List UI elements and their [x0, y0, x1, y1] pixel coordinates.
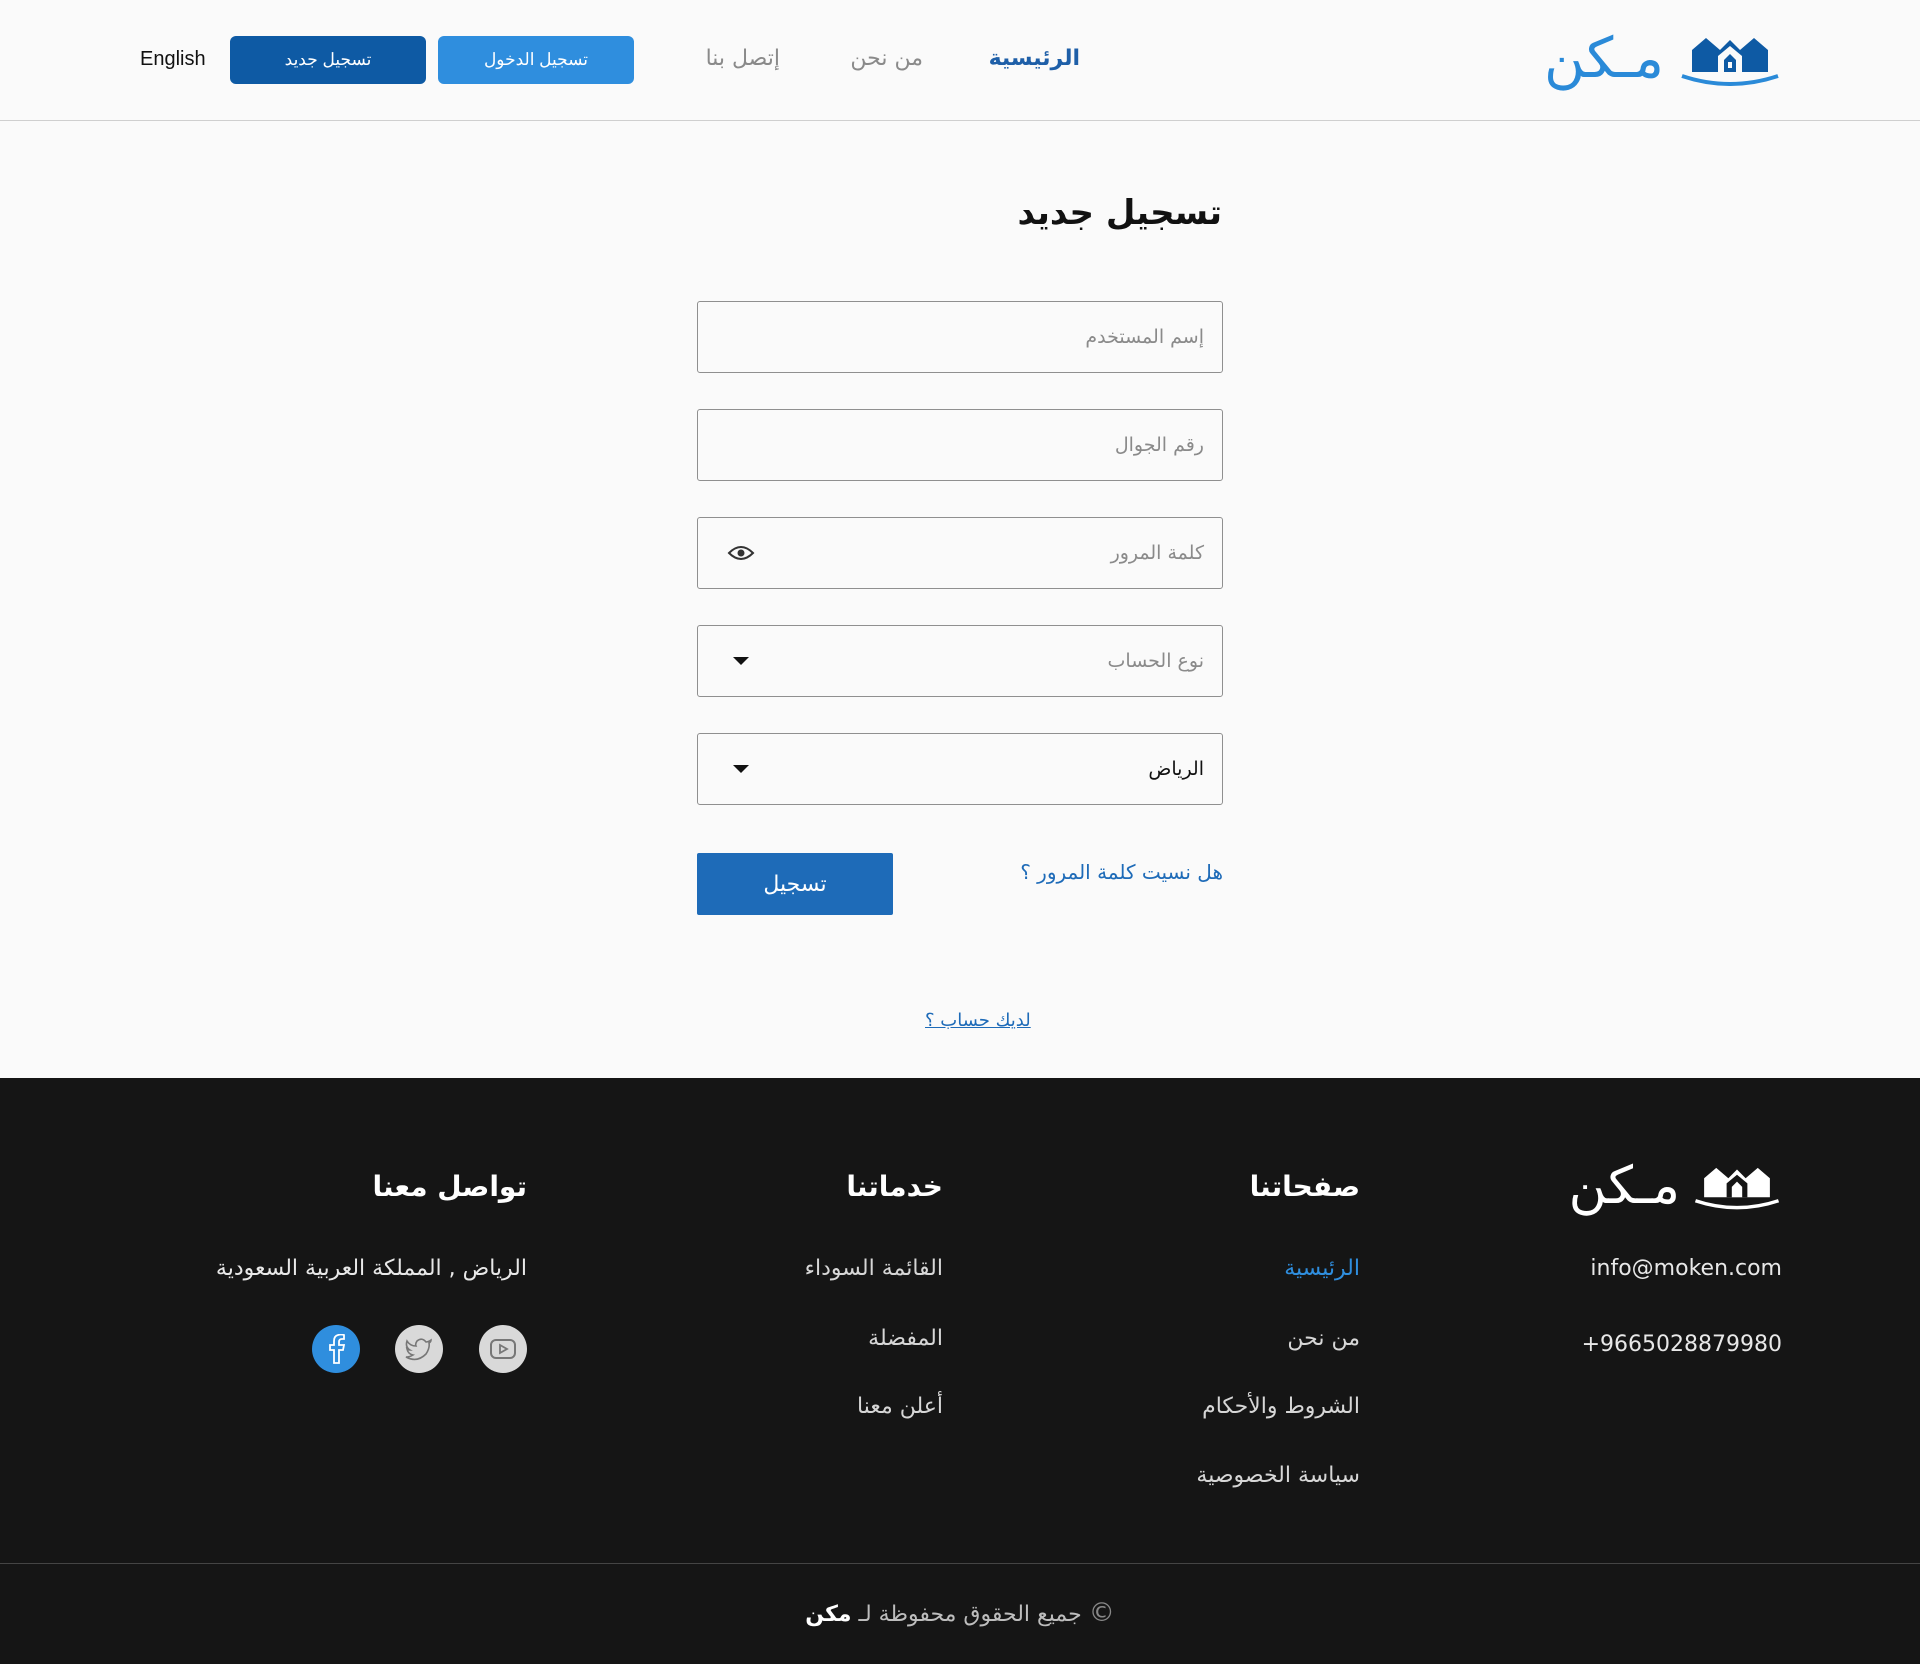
footer-logo[interactable]: مـكن — [1569, 1160, 1782, 1212]
nav-about[interactable]: من نحن — [850, 46, 923, 71]
login-button[interactable]: تسجيل الدخول — [438, 36, 634, 84]
site-header: مـكن الرئيسية من نحن إتصل بنا تسجيل الدخ… — [0, 0, 1920, 121]
facebook-icon[interactable] — [312, 1325, 360, 1373]
footer-email[interactable]: info@moken.com — [1590, 1256, 1782, 1281]
caret-down-icon — [726, 657, 756, 665]
page-title: تسجيل جديد — [1017, 193, 1222, 233]
footer-contact-title: تواصل معنا — [372, 1170, 527, 1203]
footer-link-about[interactable]: من نحن — [1287, 1326, 1360, 1351]
caret-down-icon — [726, 765, 756, 773]
eye-icon[interactable] — [726, 544, 756, 562]
copyright-symbol: © — [1088, 1598, 1115, 1628]
forgot-password-link[interactable]: هل نسيت كلمة المرور ؟ — [1020, 860, 1223, 884]
youtube-icon[interactable] — [479, 1325, 527, 1373]
language-switch[interactable]: English — [140, 48, 206, 71]
logo[interactable]: مـكن — [1544, 26, 1782, 92]
username-placeholder: إسم المستخدم — [1085, 326, 1204, 348]
city-select[interactable]: الرياض — [697, 733, 1223, 805]
footer-services-title: خدماتنا — [846, 1170, 943, 1203]
have-account-link[interactable]: لديك حساب ؟ — [925, 1010, 1031, 1031]
footer-pages-title: صفحاتنا — [1249, 1170, 1360, 1203]
copyright-brand: مكن — [805, 1602, 852, 1627]
footer-link-advertise[interactable]: أعلن معنا — [857, 1394, 943, 1419]
footer-link-favorites[interactable]: المفضلة — [868, 1326, 943, 1351]
password-field[interactable]: كلمة المرور — [697, 517, 1223, 589]
mobile-field[interactable]: رقم الجوال — [697, 409, 1223, 481]
copyright-text: جميع الحقوق محفوظة لـ — [858, 1602, 1082, 1627]
footer-brand-name: مـكن — [1568, 1156, 1680, 1216]
mobile-placeholder: رقم الجوال — [1114, 434, 1204, 456]
footer-link-blacklist[interactable]: القائمة السوداء — [805, 1256, 943, 1281]
nav-contact[interactable]: إتصل بنا — [706, 46, 780, 71]
footer-divider — [0, 1563, 1920, 1564]
password-placeholder: كلمة المرور — [1110, 542, 1204, 564]
nav-home[interactable]: الرئيسية — [989, 46, 1080, 71]
account-type-placeholder: نوع الحساب — [1107, 650, 1204, 672]
house-icon — [1694, 1167, 1780, 1210]
brand-name: مـكن — [1544, 26, 1664, 91]
twitter-icon[interactable] — [395, 1325, 443, 1373]
footer-phone[interactable]: +9665028879980 — [1582, 1332, 1782, 1357]
copyright: © جميع الحقوق محفوظة لـ مكن — [0, 1598, 1920, 1628]
footer-address: الرياض , المملكة العربية السعودية — [215, 1256, 527, 1281]
username-field[interactable]: إسم المستخدم — [697, 301, 1223, 373]
register-button[interactable]: تسجيل جديد — [230, 36, 426, 84]
submit-button[interactable]: تسجيل — [697, 853, 893, 915]
house-icon — [1681, 38, 1779, 86]
city-value: الرياض — [1148, 758, 1204, 780]
footer-link-home[interactable]: الرئيسية — [1284, 1256, 1360, 1281]
footer-link-privacy[interactable]: سياسة الخصوصية — [1196, 1463, 1360, 1488]
footer-link-terms[interactable]: الشروط والأحكام — [1202, 1394, 1360, 1419]
account-type-select[interactable]: نوع الحساب — [697, 625, 1223, 697]
